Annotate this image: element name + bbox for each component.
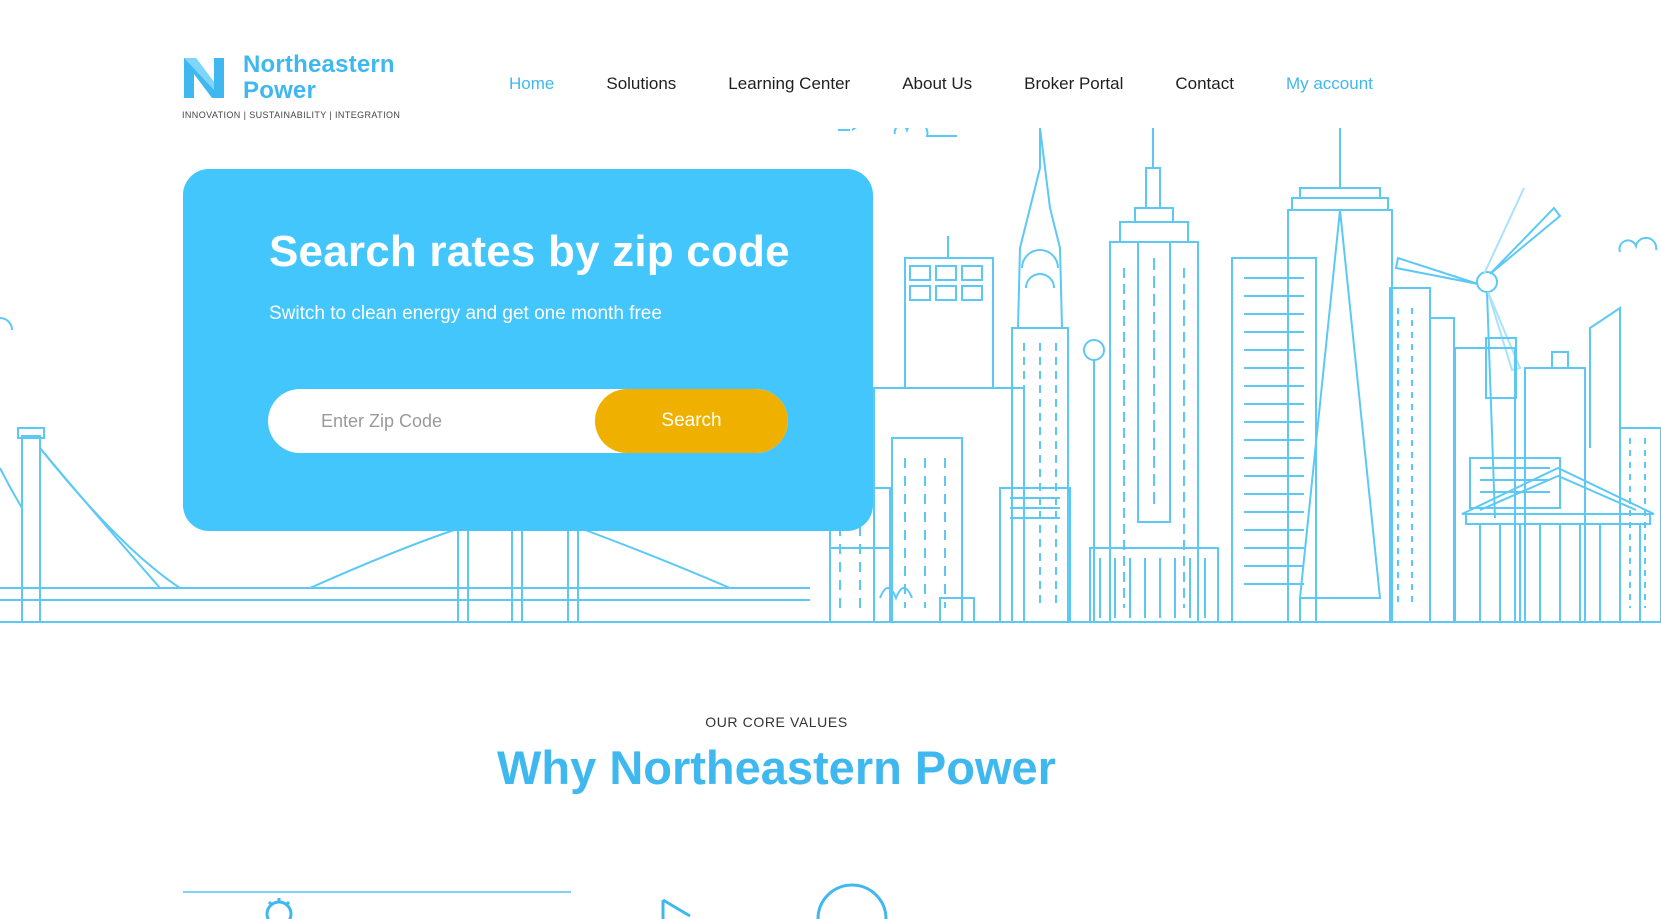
- core-values-icons: [265, 883, 888, 919]
- zip-search-card: Search rates by zip code Switch to clean…: [183, 169, 873, 531]
- brand-name-line1: Northeastern: [243, 51, 395, 78]
- nav-item-home[interactable]: Home: [509, 74, 554, 94]
- brand-name-line2: Power: [243, 77, 317, 104]
- circle-icon: [816, 883, 888, 919]
- nav-item-about-us[interactable]: About Us: [902, 74, 972, 94]
- core-values-title: Why Northeastern Power: [497, 741, 1056, 794]
- play-icon: [661, 898, 691, 919]
- brand-tagline: INNOVATION | SUSTAINABILITY | INTEGRATIO…: [182, 110, 401, 120]
- nav-item-contact[interactable]: Contact: [1175, 74, 1234, 94]
- n-logo-icon: [184, 58, 224, 98]
- nav-item-solutions[interactable]: Solutions: [606, 74, 676, 94]
- brand-logo[interactable]: Northeastern Power INNOVATION | SUSTAINA…: [182, 51, 401, 121]
- gear-icon: [265, 898, 293, 919]
- nav-item-my-account[interactable]: My account: [1286, 74, 1373, 94]
- hero-subtitle: Switch to clean energy and get one month…: [269, 303, 662, 324]
- page: Northeastern Power INNOVATION | SUSTAINA…: [0, 0, 1661, 919]
- nav-item-learning-center[interactable]: Learning Center: [728, 74, 850, 94]
- main-nav: Home Solutions Learning Center About Us …: [509, 74, 1373, 94]
- zip-code-input[interactable]: [321, 410, 581, 432]
- core-values-eyebrow: OUR CORE VALUES: [705, 714, 848, 730]
- nav-item-broker-portal[interactable]: Broker Portal: [1024, 74, 1123, 94]
- hero-title: Search rates by zip code: [269, 227, 790, 276]
- search-button[interactable]: Search: [595, 389, 788, 453]
- zip-search-form: Search: [268, 389, 788, 453]
